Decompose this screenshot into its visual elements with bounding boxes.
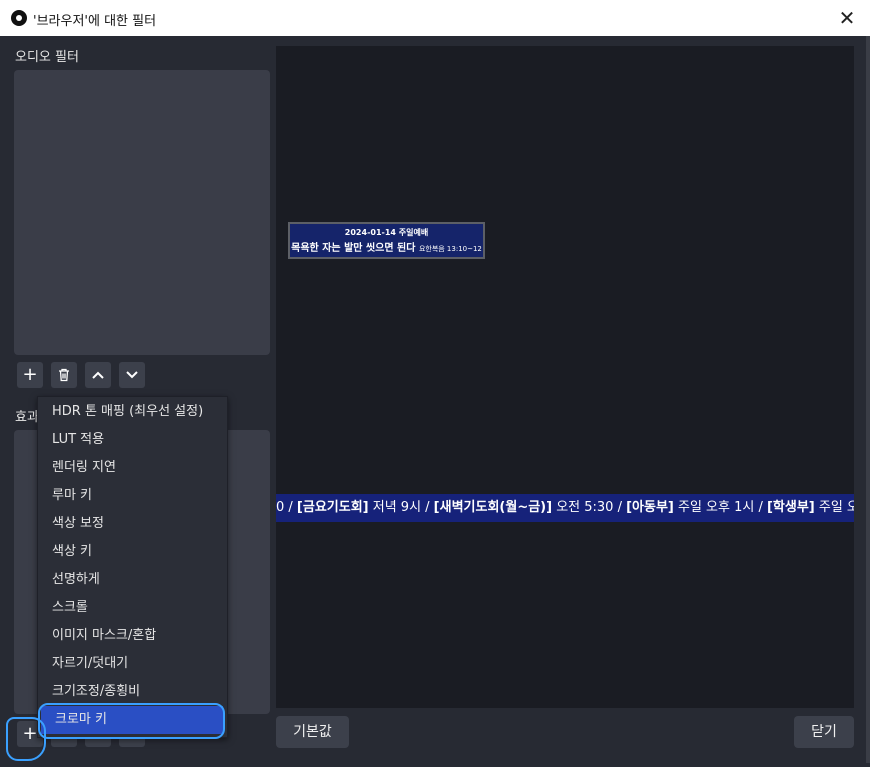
- add-audio-filter-button[interactable]: +: [17, 362, 43, 388]
- close-icon[interactable]: ✕: [834, 5, 860, 31]
- window-title: '브라우저'에 대한 필터: [33, 14, 157, 29]
- ticker-keyword: [학생부]: [766, 500, 815, 515]
- annotation-highlight-chroma-key: [38, 703, 225, 739]
- card-title-line: 목욕한 자는 발만 씻으면 된다 요한복음 13:10~12: [290, 239, 483, 254]
- audio-filters-list[interactable]: [14, 70, 270, 355]
- title-bar: '브라우저'에 대한 필터 ✕: [0, 0, 870, 36]
- ticker-text: 저녁 9시 /: [368, 500, 434, 515]
- menu-item-apply-lut[interactable]: LUT 적용: [38, 426, 227, 454]
- menu-item-crop-pad[interactable]: 자르기/덧대기: [38, 650, 227, 678]
- menu-item-image-mask-blend[interactable]: 이미지 마스크/혼합: [38, 622, 227, 650]
- menu-item-render-delay[interactable]: 렌더링 지연: [38, 454, 227, 482]
- menu-item-color-correction[interactable]: 색상 보정: [38, 510, 227, 538]
- ticker-keyword: [아동부]: [626, 500, 674, 515]
- chevron-down-icon: [126, 371, 138, 379]
- ticker-text: 오전 5:30 /: [552, 500, 627, 515]
- move-up-button[interactable]: [85, 362, 111, 388]
- close-button[interactable]: 닫기: [794, 716, 854, 748]
- schedule-ticker: 0 / [금요기도회] 저녁 9시 / [새벽기도회(월~금)] 오전 5:30…: [276, 494, 854, 522]
- chevron-up-icon: [92, 371, 104, 379]
- plus-icon: +: [22, 364, 38, 385]
- menu-item-scroll[interactable]: 스크롤: [38, 594, 227, 622]
- card-date: 2024-01-14 주일예배: [344, 228, 429, 237]
- card-title: 목욕한 자는 발만 씻으면 된다: [291, 243, 416, 254]
- trash-icon: [59, 368, 69, 382]
- audio-filters-label: 오디오 필터: [15, 50, 79, 65]
- menu-item-scaling-aspect[interactable]: 크기조정/종횡비: [38, 678, 227, 706]
- move-down-button[interactable]: [119, 362, 145, 388]
- remove-audio-filter-button[interactable]: [51, 362, 77, 388]
- ticker-text: 0 /: [276, 500, 297, 515]
- card-reference: 요한복음 13:10~12: [418, 245, 482, 253]
- ticker-keyword: [새벽기도회(월~금)]: [433, 500, 553, 515]
- menu-item-hdr-tone-mapping[interactable]: HDR 톤 매핑 (최우선 설정): [38, 398, 227, 426]
- effect-filters-label: 효과 필터: [15, 410, 37, 425]
- menu-item-color-key[interactable]: 색상 키: [38, 538, 227, 566]
- annotation-highlight-add-button: [6, 717, 46, 761]
- sermon-title-card: 2024-01-14 주일예배 목욕한 자는 발만 씻으면 된다 요한복음 13…: [288, 222, 485, 259]
- ticker-text: 주일 오후: [818, 500, 854, 515]
- menu-item-luma-key[interactable]: 루마 키: [38, 482, 227, 510]
- ticker-text: 주일 오후 1시 /: [673, 500, 767, 515]
- source-preview: 2024-01-14 주일예배 목욕한 자는 발만 씻으면 된다 요한복음 13…: [276, 46, 854, 708]
- menu-item-sharpen[interactable]: 선명하게: [38, 566, 227, 594]
- defaults-button[interactable]: 기본값: [276, 716, 349, 748]
- add-filter-menu: HDR 톤 매핑 (최우선 설정) LUT 적용 렌더링 지연 루마 키 색상 …: [37, 396, 228, 738]
- ticker-keyword: [금요기도회]: [296, 500, 369, 515]
- obs-logo-icon: [11, 10, 27, 26]
